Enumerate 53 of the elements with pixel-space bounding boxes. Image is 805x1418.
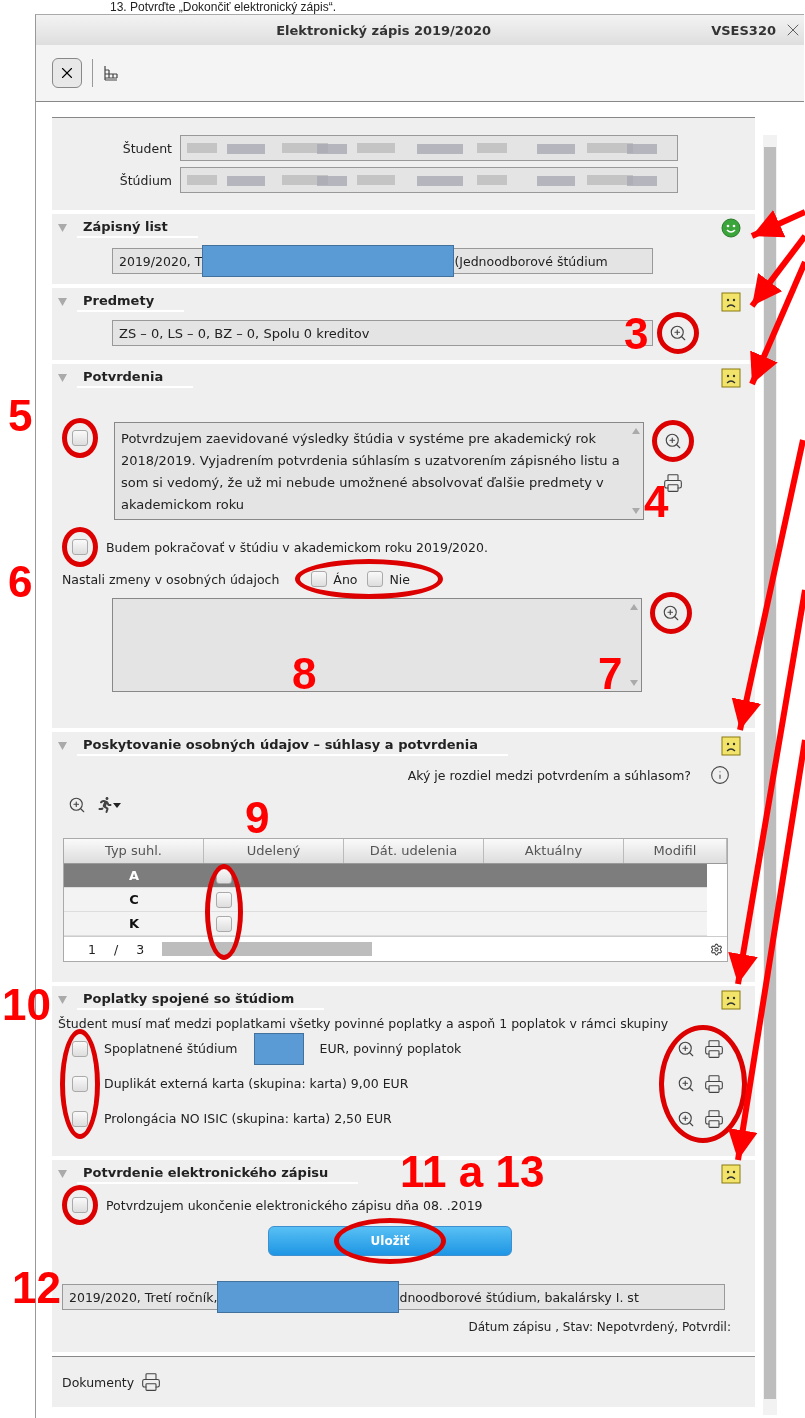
section-title: Poskytovanie osobných údajov – súhlasy a potvrdenia xyxy=(77,736,509,756)
annotation-number: 11 a 13 xyxy=(400,1150,545,1194)
option-label: Áno xyxy=(333,571,358,587)
table-cell-text: K xyxy=(127,916,141,931)
page-number: 1 xyxy=(88,941,96,957)
annotation-number: 5 xyxy=(8,394,33,438)
documents-label: Dokumenty xyxy=(62,1374,135,1390)
fee-label: EUR, povinný poplatok xyxy=(319,1041,462,1056)
column-header[interactable]: Dát. udelenia xyxy=(344,839,484,863)
field-label: Študent xyxy=(121,140,172,156)
field-value: 2019/2020, Tretí ročník, xyxy=(69,1289,218,1305)
section-title: Potvrdenie elektronického zápisu xyxy=(77,1164,359,1184)
page-separator: / xyxy=(113,941,119,957)
section-title: Potvrdenia xyxy=(77,368,194,388)
section-title: Zápisný list xyxy=(77,218,198,238)
option-label: Nie xyxy=(389,571,410,587)
annotation-number: 8 xyxy=(292,652,317,696)
annotation-number: 4 xyxy=(644,480,669,524)
table-row[interactable]: C xyxy=(64,888,707,912)
checkbox-label: Budem pokračovať v štúdiu v akademickom roku 2019/2020. xyxy=(106,539,488,555)
field-value: dnoodborové štúdium, bakalársky I. st xyxy=(399,1289,639,1305)
fee-label: Prolongácia NO ISIC (skupina: karta) 2,50 EUR xyxy=(104,1111,392,1126)
page-total: 3 xyxy=(136,941,145,957)
column-header[interactable]: Modifil xyxy=(624,839,727,863)
table-cell-text: A xyxy=(127,868,141,883)
column-header[interactable]: Udelený xyxy=(204,839,344,863)
annotation-number: 3 xyxy=(624,312,649,356)
table-cell-text: C xyxy=(128,892,140,907)
help-question[interactable]: Aký je rozdiel medzi potvrdením a súhlasom? xyxy=(407,767,691,783)
column-header[interactable]: Aktuálny xyxy=(484,839,624,863)
status-line: Dátum zápisu , Stav: Nepotvrdený, Potvrdil: xyxy=(468,1320,731,1334)
annotation-number: 7 xyxy=(598,652,623,696)
column-header[interactable]: Typ suhl. xyxy=(64,839,204,863)
field-value: 2019/2020, T xyxy=(119,253,203,269)
user-name: VSES320 xyxy=(711,22,776,38)
annotation-number: 10 xyxy=(2,983,51,1027)
table-row[interactable]: K xyxy=(64,912,707,936)
instruction-text: 13. Potvrďte „Dokončiť elektronický zápis“. xyxy=(109,0,337,14)
fee-label: Duplikát externá karta (skupina: karta) 9,00 EUR xyxy=(104,1076,409,1091)
window-title: Elektronický zápis 2019/2020 xyxy=(275,22,493,38)
section-title: Predmety xyxy=(77,292,185,312)
fees-note: Študent musí mať medzi poplatkami všetky povinné poplatky a aspoň 1 poplatok v rámci skupiny xyxy=(58,1016,670,1031)
statement-text: Potvrdzujem zaevidované výsledky štúdia v systéme pre akademický rok 2018/2019. Vyjadrením potvrdenia súhlasím s uzatvorením zápisného listu a som si vedomý, že už mi nebude umožnené absolvovať ďalšie predmety v akademickom roku xyxy=(120,430,621,514)
annotation-number: 12 xyxy=(12,1266,61,1310)
annotation-number: 6 xyxy=(8,560,33,604)
field-value: (Jednoodborové štúdium xyxy=(454,253,608,269)
annotation-number: 9 xyxy=(245,796,270,840)
checkbox-label: Potvrdzujem ukončenie elektronického zápisu dňa 08. .2019 xyxy=(106,1197,483,1213)
question-label: Nastali zmeny v osobných údajoch xyxy=(62,571,280,587)
section-title: Poplatky spojené so štúdiom xyxy=(77,990,325,1010)
field-label: Štúdium xyxy=(118,172,172,188)
table-row[interactable]: A xyxy=(64,864,707,888)
fee-label: Spoplatnené štúdium xyxy=(104,1041,238,1056)
